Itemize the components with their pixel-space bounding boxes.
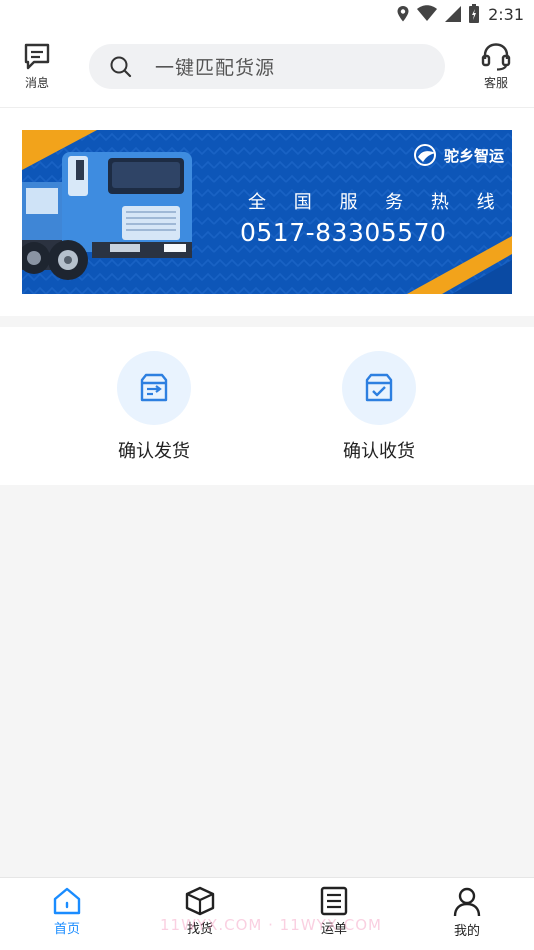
- confirm-receive-label: 确认收货: [343, 441, 415, 462]
- tab-waybill[interactable]: 运单: [294, 886, 374, 937]
- brand-name: 驼乡智运: [443, 146, 504, 165]
- hotline-title: 全 国 服 务 热 线: [248, 192, 506, 213]
- banner-area: 驼乡智运 全 国 服 务 热 线 0517-83305570: [0, 108, 534, 316]
- location-icon: [397, 6, 409, 22]
- hotline-phone: 0517-83305570: [240, 218, 447, 247]
- tab-find-goods[interactable]: 找货: [160, 886, 240, 937]
- brand-logo: 驼乡智运: [413, 144, 504, 166]
- confirm-receive-icon-bg: [342, 351, 416, 425]
- ship-box-icon: [140, 373, 168, 402]
- wifi-icon: [417, 5, 438, 21]
- confirm-receive-button[interactable]: 确认收货: [299, 351, 459, 463]
- app-header: 消息 一键匹配货源 客服: [0, 28, 534, 108]
- tab-home-label: 首页: [53, 922, 80, 937]
- service-label: 客服: [483, 76, 508, 90]
- search-placeholder: 一键匹配货源: [155, 57, 276, 79]
- home-icon: [53, 887, 81, 915]
- waybill-icon: [320, 886, 348, 916]
- tab-mine[interactable]: 我的: [427, 886, 507, 939]
- confirm-ship-label: 确认发货: [118, 441, 190, 462]
- signal-icon: [445, 6, 462, 22]
- headset-icon: [481, 43, 511, 71]
- message-icon: [24, 43, 50, 70]
- messages-label: 消息: [24, 76, 49, 90]
- search-bar[interactable]: 一键匹配货源: [89, 44, 445, 89]
- hotline-banner[interactable]: 驼乡智运 全 国 服 务 热 线 0517-83305570: [22, 130, 512, 294]
- user-icon: [453, 887, 481, 917]
- battery-icon: [469, 4, 480, 23]
- brand-logo-icon: [413, 144, 436, 166]
- messages-button[interactable]: 消息: [9, 42, 65, 96]
- search-icon: [110, 56, 132, 77]
- tab-mine-label: 我的: [453, 924, 480, 939]
- status-icons: 2:31: [396, 3, 524, 25]
- tab-find-goods-label: 找货: [186, 922, 213, 937]
- tab-home[interactable]: 首页: [27, 886, 107, 937]
- status-time: 2:31: [488, 4, 524, 24]
- quick-actions: 确认发货 确认收货: [0, 327, 534, 485]
- confirm-ship-icon-bg: [117, 351, 191, 425]
- status-bar: 2:31: [0, 0, 534, 28]
- tab-waybill-label: 运单: [320, 922, 347, 937]
- confirm-ship-button[interactable]: 确认发货: [74, 351, 234, 463]
- receive-box-icon: [365, 373, 393, 402]
- bottom-tab-bar: 首页 找货 运单 我的 11WYX.COM · 11WYX.COM: [0, 877, 534, 950]
- box-icon: [185, 886, 215, 916]
- customer-service-button[interactable]: 客服: [468, 42, 524, 96]
